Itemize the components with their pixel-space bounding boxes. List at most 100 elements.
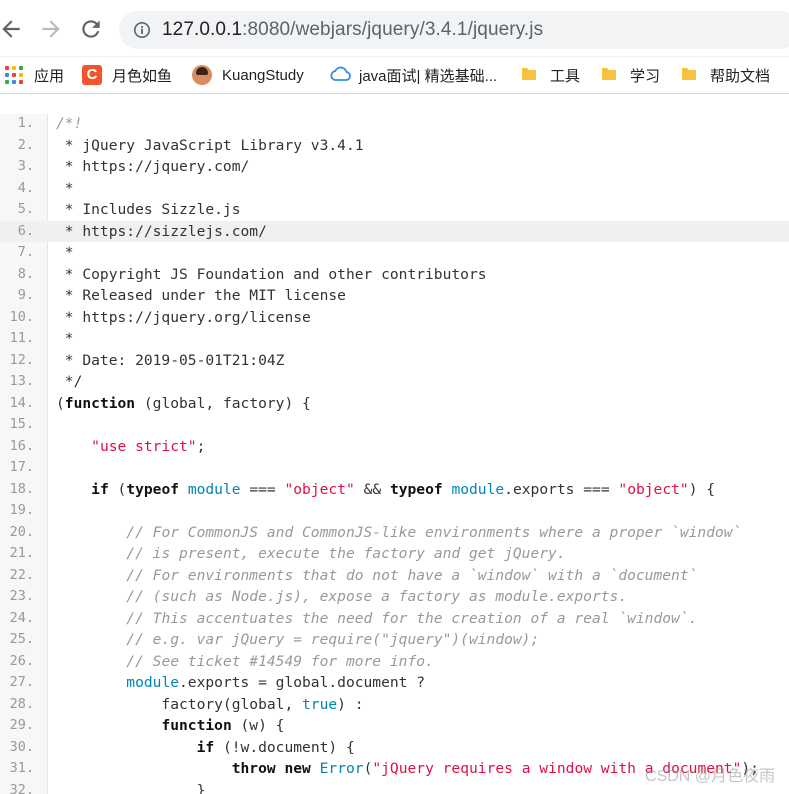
line-number: 7.	[17, 244, 34, 260]
line-number: 29.	[9, 717, 34, 733]
reload-icon[interactable]	[78, 16, 104, 42]
bookmark-label: 月色如鱼	[112, 67, 173, 85]
code-token: * jQuery JavaScript Library v3.4.1	[56, 136, 364, 154]
bookmark-folder-study[interactable]: 学习	[600, 63, 660, 87]
csdn-c-icon: C	[82, 65, 102, 85]
code-token: ===	[240, 480, 285, 498]
code-token: * Date: 2019-05-01T21:04Z	[56, 351, 285, 369]
apps-grid-icon	[4, 65, 24, 85]
code-token: // For environments that do not have a `…	[126, 566, 698, 584]
code-text: // For CommonJS and CommonJS-like enviro…	[56, 522, 741, 544]
code-line: 14. (function (global, factory) {	[0, 393, 789, 415]
url-text[interactable]: 127.0.0.1:8080/webjars/jquery/3.4.1/jque…	[162, 19, 543, 41]
code-text: * https://jquery.org/license	[56, 307, 311, 329]
code-token: // For CommonJS and CommonJS-like enviro…	[126, 523, 742, 541]
code-token: ;	[196, 437, 206, 455]
line-number: 17.	[9, 459, 34, 475]
folder-icon	[680, 65, 700, 85]
back-arrow-icon[interactable]	[0, 16, 24, 42]
code-line: 15.	[0, 414, 789, 436]
code-token: (	[108, 480, 127, 498]
site-info-icon[interactable]	[133, 21, 151, 39]
code-token: typeof	[389, 480, 443, 498]
code-text: (function (global, factory) {	[56, 393, 311, 415]
line-number: 2.	[17, 136, 34, 153]
address-bar[interactable]: 127.0.0.1:8080/webjars/jquery/3.4.1/jque…	[119, 11, 789, 49]
bookmark-kuangstudy[interactable]: KuangStudy	[192, 63, 304, 87]
line-number: 4.	[17, 179, 34, 196]
code-line: 21. // is present, execute the factory a…	[0, 543, 789, 565]
code-line: 1. /*!	[0, 113, 789, 135]
code-line: 19.	[0, 500, 789, 522]
code-token: *	[56, 179, 74, 197]
source-code-viewer[interactable]: 1. /*! 2. * jQuery JavaScript Library v3.4…	[0, 94, 789, 794]
code-token: throw	[231, 760, 276, 777]
bookmark-yueseruyu[interactable]: C 月色如鱼	[82, 63, 172, 87]
code-text: factory(global, true) :	[56, 694, 364, 716]
bookmark-label: 工具	[550, 67, 581, 85]
code-text: if (typeof module === "object" && typeof…	[56, 479, 715, 501]
code-text: */	[56, 371, 83, 393]
line-number: 21.	[9, 545, 34, 561]
bookmark-label: KuangStudy	[222, 66, 304, 84]
bookmark-apps[interactable]: 应用	[4, 63, 64, 87]
code-line: 24. // This accentuates the need for the…	[0, 608, 789, 630]
forward-arrow-icon[interactable]	[38, 16, 64, 42]
bookmark-folder-help-docs[interactable]: 帮助文档	[680, 63, 770, 87]
code-line: 25. // e.g. var jQuery = require("jquery…	[0, 629, 789, 651]
line-number: 28.	[9, 695, 34, 712]
line-number: 27.	[9, 674, 34, 690]
code-text: *	[56, 242, 74, 264]
line-number: 19.	[9, 502, 34, 518]
code-text: // This accentuates the need for the cre…	[56, 608, 697, 630]
code-text: function (w) {	[56, 715, 284, 737]
code-token: (!w.document) {	[214, 738, 355, 756]
line-number: 14.	[9, 394, 34, 411]
code-token: new	[284, 760, 311, 777]
line-number: 25.	[9, 631, 34, 647]
bookmark-java-interview[interactable]: java面试| 精选基础...	[329, 63, 497, 87]
code-token: */	[56, 373, 83, 390]
folder-icon	[600, 65, 620, 85]
code-token: * Released under the MIT license	[56, 287, 346, 304]
code-line: 10. * https://jquery.org/license	[0, 307, 789, 329]
code-token: (w) {	[231, 717, 285, 734]
code-text: /*!	[56, 113, 82, 135]
bookmark-folder-tools[interactable]: 工具	[520, 63, 580, 87]
code-token: // See ticket #14549 for more info.	[126, 652, 434, 670]
line-number: 20.	[9, 523, 34, 540]
line-number: 8.	[17, 265, 34, 282]
url-path: :8080/webjars/jquery/3.4.1/jquery.js	[242, 19, 544, 40]
code-token: Error	[319, 760, 364, 777]
code-token: ) {	[688, 480, 716, 498]
line-number: 31.	[9, 760, 34, 776]
code-text: * Includes Sizzle.js	[56, 199, 241, 221]
line-number: 15.	[9, 416, 34, 432]
bookmark-label: 帮助文档	[710, 67, 771, 85]
line-number: 5.	[17, 201, 34, 217]
code-token: function	[161, 717, 232, 734]
code-token: .exports ===	[504, 480, 619, 498]
code-line: 30. if (!w.document) {	[0, 737, 789, 759]
code-token: ) :	[337, 695, 364, 713]
code-text: * Date: 2019-05-01T21:04Z	[56, 350, 285, 372]
code-text: * Copyright JS Foundation and other cont…	[56, 264, 487, 286]
line-number: 1.	[17, 115, 34, 131]
code-text: * Released under the MIT license	[56, 285, 346, 307]
line-number: 30.	[9, 738, 34, 755]
code-token: typeof	[126, 480, 180, 498]
code-line: 22. // For environments that do not have…	[0, 565, 789, 587]
cloud-icon	[329, 65, 351, 85]
csdn-watermark: CSDN @月色夜雨	[644, 768, 775, 785]
line-number: 18.	[9, 480, 34, 497]
